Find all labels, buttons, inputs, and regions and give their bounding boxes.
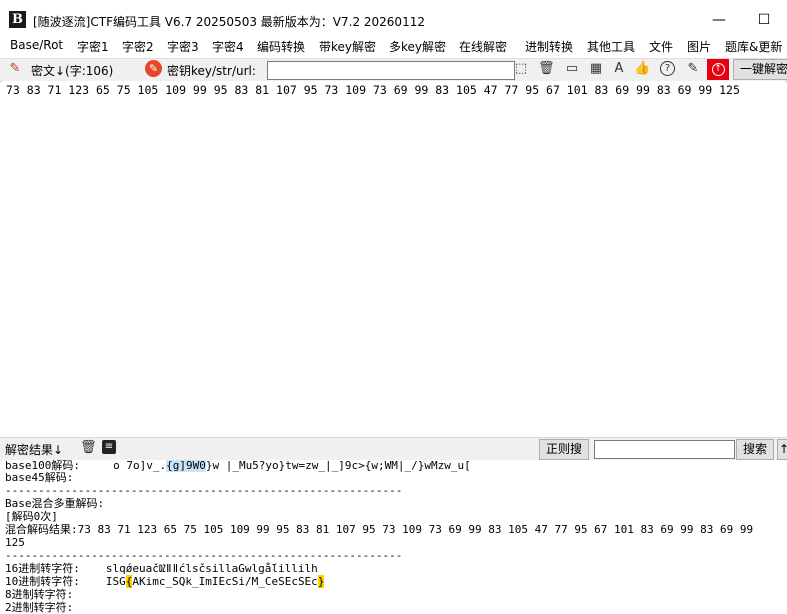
thumbs-up-icon[interactable]: 👍 xyxy=(634,61,650,77)
menu-image[interactable]: 图片 xyxy=(687,38,711,55)
menu-bar: Base/Rot 字密1 字密2 字密3 字密4 编码转换 带key解密 多ke… xyxy=(0,34,787,56)
result-bar: 解密结果↓ 🗑 ≡ 正则搜 搜索 ↑ xyxy=(0,437,787,461)
trash-icon[interactable]: 🗑 xyxy=(538,61,555,77)
app-logo: B xyxy=(9,11,26,28)
menu-zimi2[interactable]: 字密2 xyxy=(122,38,154,55)
result-divider: ----------------------------------------… xyxy=(5,549,403,562)
key-icon: ✎ xyxy=(145,60,162,77)
run-button[interactable]: ↑ xyxy=(707,59,729,80)
result-line-mixed-count: [解码0次] xyxy=(5,510,58,523)
toolbar: ✎ 密文↓(字:106) ✎ 密钥key/str/url: ⬚ 🗑 ▭ ▦ A … xyxy=(0,58,787,82)
menu-encoding-convert[interactable]: 编码转换 xyxy=(257,38,305,55)
title-bar: B [随波逐流]CTF编码工具 V6.7 20250503 最新版本为：V7.2… xyxy=(0,0,787,32)
result-line-mixed-title: Base混合多重解码: xyxy=(5,497,105,510)
result-search-input[interactable] xyxy=(594,440,735,459)
result-textarea[interactable]: base100解码: o 7o]v_.{g]9W0}w |_Mu5?yo}tw=… xyxy=(2,460,785,614)
result-line-mixed-result: 混合解码结果:73 83 71 123 65 75 105 109 99 95 … xyxy=(5,523,754,536)
menu-base-convert[interactable]: 进制转换 xyxy=(525,38,573,55)
result-line-dec: 10进制转字符: ISG{AKimc_SQk_ImIEcSi/M_CeSEcSEc… xyxy=(5,575,325,588)
menu-key-decrypt[interactable]: 带key解密 xyxy=(319,38,376,55)
key-input[interactable] xyxy=(267,61,515,80)
result-line-mixed-result-cont: 125 xyxy=(5,536,25,549)
arrow-up-icon: ↑ xyxy=(711,63,725,76)
oneclick-decrypt-button[interactable]: 一键解密 xyxy=(733,59,787,80)
cipher-label: 密文↓(字:106) xyxy=(31,64,114,78)
menu-multikey-decrypt[interactable]: 多key解密 xyxy=(389,38,446,55)
result-divider: ----------------------------------------… xyxy=(5,484,403,497)
select-icon[interactable]: ⬚ xyxy=(513,61,529,77)
result-line-base45: base45解码: xyxy=(5,471,74,484)
result-line-bin: 2进制转字符: xyxy=(5,601,74,614)
scroll-up-button[interactable]: ↑ xyxy=(777,439,787,460)
help-icon[interactable]: ? xyxy=(660,61,675,76)
menu-zimi3[interactable]: 字密3 xyxy=(167,38,199,55)
result-label: 解密结果↓ xyxy=(5,443,64,457)
regex-search-button[interactable]: 正则搜 xyxy=(539,439,589,460)
minimize-button[interactable]: — xyxy=(707,10,731,30)
menu-bank-update[interactable]: 题库&更新 xyxy=(725,38,782,55)
copy-icon[interactable]: ≡ xyxy=(102,440,116,454)
search-button[interactable]: 搜索 xyxy=(736,439,774,460)
key-label: 密钥key/str/url: xyxy=(167,64,256,78)
cipher-textarea[interactable]: 73 83 71 123 65 75 105 109 99 95 83 81 1… xyxy=(2,81,785,436)
cipher-text: 73 83 71 123 65 75 105 109 99 95 83 81 1… xyxy=(6,83,740,97)
cipher-icon: ✎ xyxy=(9,61,21,76)
maximize-button[interactable]: ☐ xyxy=(752,10,776,30)
trash-icon[interactable]: 🗑 xyxy=(80,440,97,456)
result-line-base100: base100解码: o 7o]v_.{g]9W0}w |_Mu5?yo}tw=… xyxy=(5,460,471,472)
menu-other-tools[interactable]: 其他工具 xyxy=(587,38,635,55)
edit-icon[interactable]: ✎ xyxy=(685,61,701,77)
menu-base-rot[interactable]: Base/Rot xyxy=(10,38,63,52)
result-line-hex: 16进制转字符: slqǿeuačǱǁǁćlsčsillaGwlgǻlillilh xyxy=(5,562,318,575)
terminal-icon[interactable]: ▭ xyxy=(564,61,580,77)
calculator-icon[interactable]: ▦ xyxy=(588,61,604,77)
menu-online-decrypt[interactable]: 在线解密 xyxy=(459,38,507,55)
font-icon[interactable]: A xyxy=(611,61,627,77)
menu-file[interactable]: 文件 xyxy=(649,38,673,55)
menu-zimi1[interactable]: 字密1 xyxy=(77,38,109,55)
result-line-oct: 8进制转字符: xyxy=(5,588,74,601)
menu-zimi4[interactable]: 字密4 xyxy=(212,38,244,55)
window-title: [随波逐流]CTF编码工具 V6.7 20250503 最新版本为：V7.2 2… xyxy=(33,15,425,29)
